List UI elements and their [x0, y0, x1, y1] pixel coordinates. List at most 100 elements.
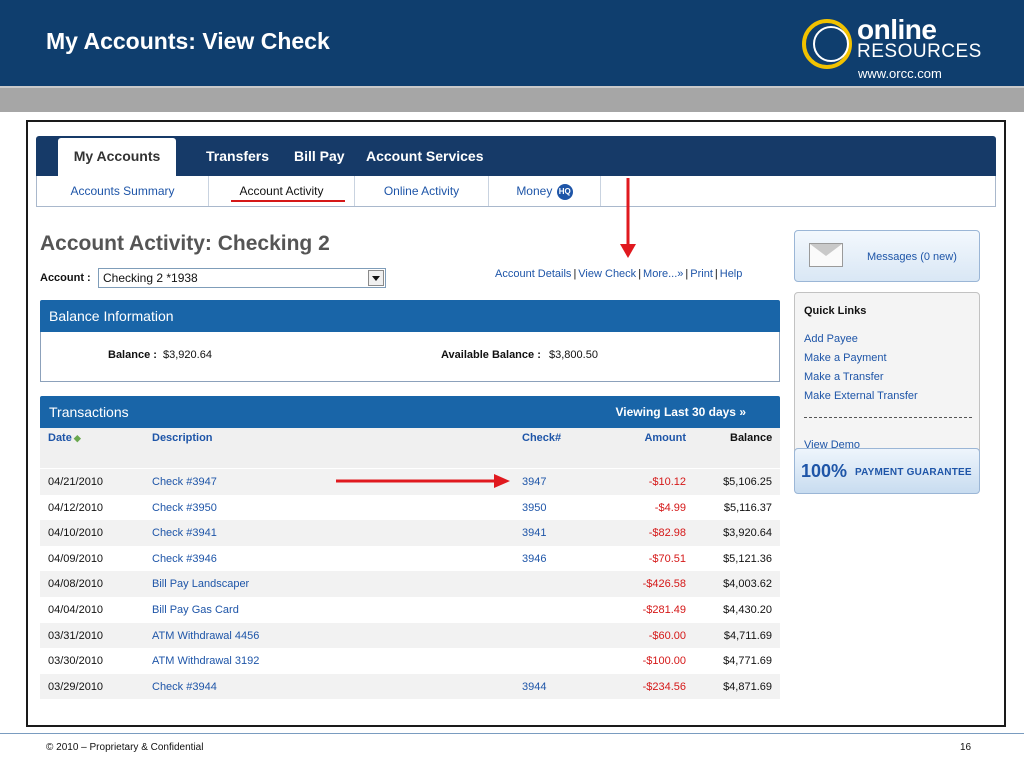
cell-check-link[interactable]: 3950: [522, 502, 546, 514]
viewing-period-link[interactable]: Viewing Last 30 days »: [615, 396, 746, 428]
quick-link-add-payee[interactable]: Add Payee: [804, 333, 858, 345]
column-header-balance: Balance: [730, 432, 773, 444]
tab-my-accounts[interactable]: My Accounts: [58, 138, 176, 176]
link-separator: |: [714, 268, 718, 280]
account-select[interactable]: Checking 2 *1938: [98, 268, 386, 288]
cell-amount: -$234.56: [642, 680, 686, 693]
cell-description-link[interactable]: ATM Withdrawal 3192: [152, 655, 259, 667]
chevron-down-icon[interactable]: [368, 270, 384, 286]
transactions-column-headers: Date ◆ Description Check# Amount Balance: [40, 428, 780, 468]
cell-description-link[interactable]: Check #3947: [152, 476, 217, 488]
money-hq-badge: HQ: [556, 183, 573, 200]
balance-label: Balance :: [108, 349, 157, 361]
slide-header: My Accounts: View Check online RESOURCES…: [0, 0, 1024, 86]
cell-balance: $4,871.69: [723, 680, 772, 693]
cell-date: 04/09/2010: [48, 552, 104, 565]
main-nav: My Accounts Transfers Bill Pay Account S…: [36, 136, 996, 176]
sub-nav: Accounts Summary Account Activity Online…: [36, 176, 996, 207]
account-select-value: Checking 2 *1938: [103, 271, 198, 285]
quick-link-external-transfer[interactable]: Make External Transfer: [804, 390, 918, 402]
link-help[interactable]: Help: [720, 268, 743, 280]
table-row[interactable]: 03/30/2010 ATM Withdrawal 3192 -$100.00 $4,…: [40, 648, 780, 674]
cell-date: 04/21/2010: [48, 476, 104, 488]
cell-balance: $5,106.25: [723, 476, 772, 488]
balance-panel-header: Balance Information: [40, 300, 780, 332]
cell-amount: -$100.00: [642, 655, 686, 668]
cell-check-link[interactable]: 3946: [522, 553, 546, 565]
messages-link[interactable]: Messages (0 new): [867, 251, 957, 263]
transactions-title: Transactions: [49, 404, 129, 420]
link-account-details[interactable]: Account Details: [495, 268, 571, 280]
cell-amount: -$426.58: [642, 578, 686, 591]
slide-title: My Accounts: View Check: [46, 28, 330, 54]
available-balance-label: Available Balance :: [441, 349, 541, 361]
subtab-online-activity[interactable]: Online Activity: [355, 176, 489, 206]
subtab-money[interactable]: Money HQ: [489, 176, 601, 206]
quick-links-title: Quick Links: [804, 305, 867, 317]
tab-transfers[interactable]: Transfers: [206, 136, 269, 176]
sort-arrow-icon: ◆: [73, 433, 81, 443]
cell-balance: $4,771.69: [723, 655, 772, 668]
table-row[interactable]: 04/09/2010 Check #3946 3946 -$70.51 $5,121.3…: [40, 545, 780, 572]
cell-description-link[interactable]: Check #3946: [152, 553, 217, 565]
subtab-money-label: Money: [516, 184, 553, 198]
quick-link-make-payment[interactable]: Make a Payment: [804, 352, 887, 364]
cell-date: 04/10/2010: [48, 527, 104, 540]
tab-bill-pay[interactable]: Bill Pay: [294, 136, 345, 176]
subtab-accounts-summary[interactable]: Accounts Summary: [37, 176, 209, 206]
column-header-date-label: Date: [48, 432, 72, 444]
balance-value: $3,920.64: [163, 349, 212, 361]
table-row[interactable]: 04/08/2010 Bill Pay Landscaper -$426.58 $4,…: [40, 571, 780, 597]
column-header-check[interactable]: Check#: [522, 432, 561, 444]
cell-amount: -$10.12: [648, 476, 686, 488]
footer-copyright: © 2010 – Proprietary & Confidential: [46, 742, 204, 753]
transactions-panel-header: Transactions Viewing Last 30 days »: [40, 396, 780, 428]
table-row[interactable]: 03/31/2010 ATM Withdrawal 4456 -$60.00 $4,7…: [40, 622, 780, 649]
cell-check-link[interactable]: 3944: [522, 681, 546, 693]
quick-link-make-transfer[interactable]: Make a Transfer: [804, 371, 883, 383]
cell-date: 03/31/2010: [48, 629, 104, 642]
link-view-check[interactable]: View Check: [578, 268, 636, 280]
cell-description-link[interactable]: Check #3941: [152, 527, 217, 539]
slide: My Accounts: View Check online RESOURCES…: [0, 0, 1024, 768]
cell-balance: $5,121.36: [723, 552, 772, 565]
column-header-amount[interactable]: Amount: [638, 432, 686, 444]
account-action-links: Account Details | View Check | More...» | Prin…: [495, 268, 742, 280]
table-row[interactable]: 04/21/2010 Check #3947 3947 -$10.12 $5,106.2…: [40, 469, 780, 495]
cell-date: 04/08/2010: [48, 578, 104, 591]
active-subtab-underline: [231, 200, 345, 202]
payment-guarantee-banner[interactable]: 100% PAYMENT GUARANTEE: [794, 448, 980, 494]
cell-date: 04/12/2010: [48, 501, 104, 514]
logo-wordmark-resources: RESOURCES: [857, 41, 982, 62]
cell-date: 04/04/2010: [48, 603, 104, 616]
link-more[interactable]: More...»: [643, 268, 683, 280]
table-row[interactable]: 04/04/2010 Bill Pay Gas Card -$281.49 $4,43…: [40, 596, 780, 623]
cell-check-link[interactable]: 3947: [522, 476, 546, 488]
cell-balance: $4,003.62: [723, 578, 772, 591]
cell-description-link[interactable]: Bill Pay Gas Card: [152, 604, 239, 616]
balance-panel: Balance : $3,920.64 Available Balance : …: [40, 332, 780, 382]
column-header-date[interactable]: Date ◆: [48, 432, 81, 444]
table-row[interactable]: 04/10/2010 Check #3941 3941 -$82.98 $3,920.6…: [40, 520, 780, 546]
cell-amount: -$281.49: [642, 603, 686, 616]
quick-links-divider: [804, 417, 972, 418]
account-label: Account :: [40, 272, 91, 284]
link-print[interactable]: Print: [690, 268, 713, 280]
cell-description-link[interactable]: Check #3950: [152, 502, 217, 514]
slide-band: [0, 86, 1024, 112]
cell-balance: $4,430.20: [723, 603, 772, 616]
cell-amount: -$82.98: [648, 527, 686, 540]
cell-check-link[interactable]: 3941: [522, 527, 546, 539]
tab-account-services[interactable]: Account Services: [366, 136, 484, 176]
cell-description-link[interactable]: Bill Pay Landscaper: [152, 578, 249, 590]
table-row[interactable]: 04/12/2010 Check #3950 3950 -$4.99 $5,116.37: [40, 494, 780, 521]
screenshot-frame: My Accounts Transfers Bill Pay Account S…: [26, 120, 1006, 727]
table-row[interactable]: 03/29/2010 Check #3944 3944 -$234.56 $4,871.…: [40, 673, 780, 700]
messages-box[interactable]: Messages (0 new): [794, 230, 980, 282]
footer-rule: [0, 733, 1024, 734]
footer-page-number: 16: [960, 742, 972, 753]
column-header-description[interactable]: Description: [152, 432, 213, 444]
cell-description-link[interactable]: Check #3944: [152, 681, 217, 693]
cell-description-link[interactable]: ATM Withdrawal 4456: [152, 630, 259, 642]
cell-amount: -$70.51: [648, 552, 686, 565]
